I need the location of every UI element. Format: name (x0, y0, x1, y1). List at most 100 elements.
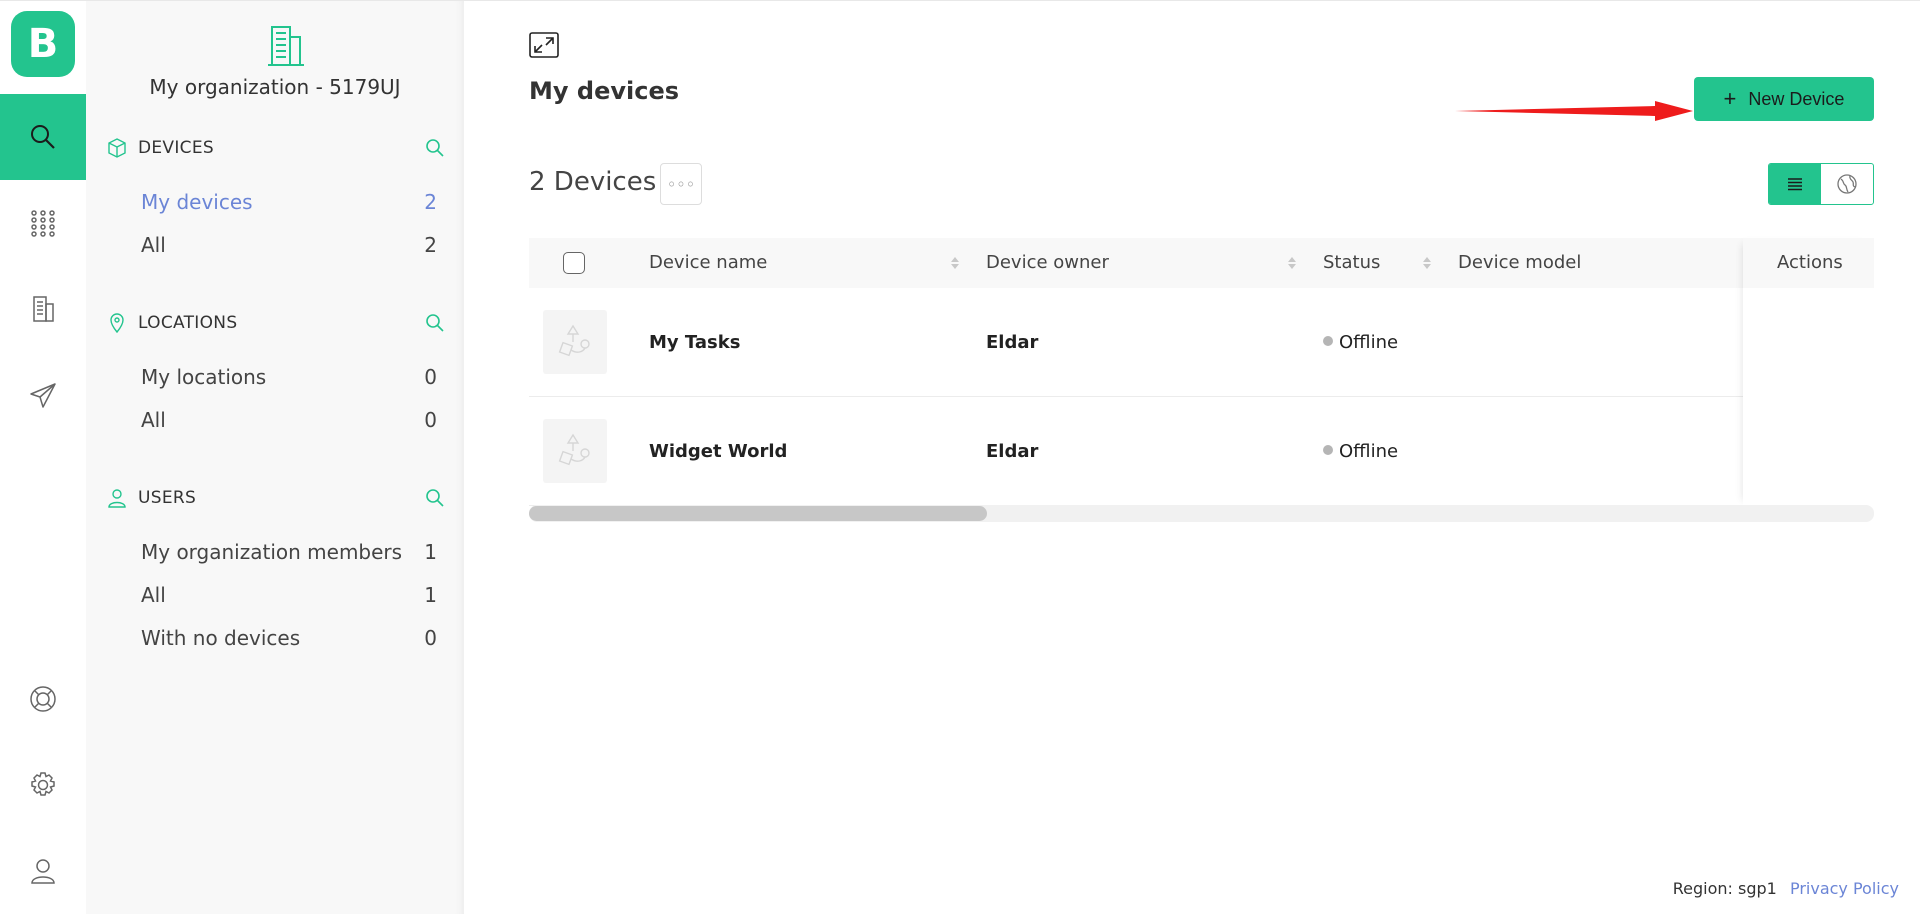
sidebar-item-count: 1 (424, 540, 437, 564)
sidebar-item-count: 2 (424, 190, 437, 214)
users-search-icon[interactable] (424, 487, 446, 509)
page-title: My devices (529, 77, 679, 105)
device-count: 2 Devices (529, 167, 657, 197)
status-text: Offline (1339, 332, 1399, 353)
rail-profile-button[interactable] (0, 828, 86, 914)
status-dot (1323, 445, 1333, 455)
sidebar-item-users-no-devices[interactable]: With no devices 0 (141, 622, 437, 654)
device-status: Offline (1323, 397, 1398, 506)
annotation-arrow (1455, 101, 1693, 121)
device-thumbnail (543, 419, 607, 483)
devices-section-header: DEVICES (106, 134, 446, 162)
scrollbar-thumb[interactable] (529, 506, 987, 521)
sidebar-item-count: 2 (424, 233, 437, 257)
expand-icon[interactable] (529, 32, 559, 58)
device-owner: Eldar (986, 441, 1039, 462)
more-dots-icon: ◦◦◦ (666, 174, 696, 194)
building-icon (33, 296, 54, 322)
organization-building-icon (268, 26, 304, 66)
sidebar-item-label: All (141, 583, 166, 607)
status-dot (1323, 336, 1333, 346)
device-placeholder-icon (558, 433, 590, 466)
sidebar-item-label: All (141, 408, 166, 432)
table-header: Device name Device owner Status Device m… (529, 238, 1874, 288)
column-actions: Actions (1777, 252, 1843, 273)
locations-section-header: LOCATIONS (106, 309, 446, 337)
secondary-sidebar: My organization - 5179UJ DEVICES My devi… (86, 1, 464, 914)
sidebar-item-label: My devices (141, 190, 253, 214)
sort-icon[interactable] (1287, 256, 1297, 270)
locations-search-icon[interactable] (424, 312, 446, 334)
sidebar-item-label: My locations (141, 365, 267, 389)
column-status[interactable]: Status (1323, 238, 1380, 288)
globe-icon (1837, 174, 1857, 194)
column-device-owner[interactable]: Device owner (986, 238, 1109, 288)
users-section-header: USERS (106, 484, 446, 512)
device-name[interactable]: Widget World (649, 397, 787, 506)
organization-name[interactable]: My organization - 5179UJ (86, 75, 464, 99)
cube-icon (108, 138, 126, 158)
device-name[interactable]: My Tasks (649, 288, 740, 397)
footer: Region: sgp1 Privacy Policy (1673, 879, 1899, 898)
actions-column: Actions (1743, 238, 1874, 506)
status-text: Offline (1339, 441, 1399, 462)
app-root: B My organization - 5179UJ DEVICES My de… (0, 0, 1920, 914)
sidebar-item-all-devices[interactable]: All 2 (141, 229, 437, 261)
rail-messages-button[interactable] (0, 352, 86, 438)
view-toggle (1768, 163, 1874, 205)
more-options-button[interactable]: ◦◦◦ (660, 163, 702, 205)
rail-help-button[interactable] (0, 656, 86, 742)
device-status: Offline (1323, 288, 1398, 397)
search-icon (31, 125, 55, 149)
gear-icon (31, 772, 55, 796)
privacy-policy-link[interactable]: Privacy Policy (1790, 879, 1899, 898)
user-icon (31, 859, 55, 884)
horizontal-scrollbar[interactable] (529, 505, 1874, 522)
devices-section-title: DEVICES (138, 138, 214, 158)
apps-grid-icon (31, 210, 55, 237)
table-row[interactable]: My Tasks Eldar Offline (529, 288, 1874, 397)
sidebar-item-my-devices[interactable]: My devices 2 (141, 186, 437, 218)
plus-icon: + (1723, 86, 1737, 111)
sort-icon[interactable] (1422, 256, 1432, 270)
device-owner: Eldar (986, 332, 1039, 353)
device-placeholder-icon (558, 324, 590, 357)
brand-logo[interactable]: B (11, 11, 75, 77)
locations-section-title: LOCATIONS (138, 313, 238, 333)
list-icon (1788, 178, 1802, 191)
paper-plane-icon (30, 383, 56, 408)
sidebar-item-organization-members[interactable]: My organization members 1 (141, 536, 437, 568)
rail-organization-button[interactable] (0, 266, 86, 352)
users-section-title: USERS (138, 488, 197, 508)
select-all-checkbox[interactable] (563, 252, 585, 274)
rail-apps-button[interactable] (0, 180, 86, 266)
icon-rail: B (0, 1, 86, 914)
sort-icon[interactable] (950, 256, 960, 270)
sidebar-item-label: All (141, 233, 166, 257)
list-view-button[interactable] (1769, 164, 1821, 204)
region-label: Region: sgp1 (1672, 879, 1777, 898)
sidebar-item-all-locations[interactable]: All 0 (141, 404, 437, 436)
devices-search-icon[interactable] (424, 137, 446, 159)
rail-settings-button[interactable] (0, 742, 86, 828)
sidebar-item-count: 0 (424, 408, 437, 432)
actions-header: Actions (1743, 238, 1874, 288)
column-device-model[interactable]: Device model (1458, 238, 1581, 288)
sidebar-item-all-users[interactable]: All 1 (141, 579, 437, 611)
sidebar-item-count: 0 (424, 365, 437, 389)
user-outline-icon (108, 489, 126, 508)
device-thumbnail (543, 310, 607, 374)
lifebuoy-icon (30, 686, 56, 712)
new-device-button[interactable]: + New Device (1694, 77, 1874, 121)
column-device-name[interactable]: Device name (649, 238, 767, 288)
sidebar-item-label: With no devices (141, 626, 301, 650)
devices-table: Device name Device owner Status Device m… (529, 238, 1874, 506)
sidebar-item-count: 1 (424, 583, 437, 607)
table-row[interactable]: Widget World Eldar Offline (529, 397, 1874, 506)
map-pin-icon (110, 313, 124, 334)
map-view-button[interactable] (1821, 164, 1873, 204)
rail-search-button[interactable] (0, 94, 86, 180)
sidebar-item-label: My organization members (141, 540, 403, 564)
sidebar-item-count: 0 (424, 626, 437, 650)
sidebar-item-my-locations[interactable]: My locations 0 (141, 361, 437, 393)
